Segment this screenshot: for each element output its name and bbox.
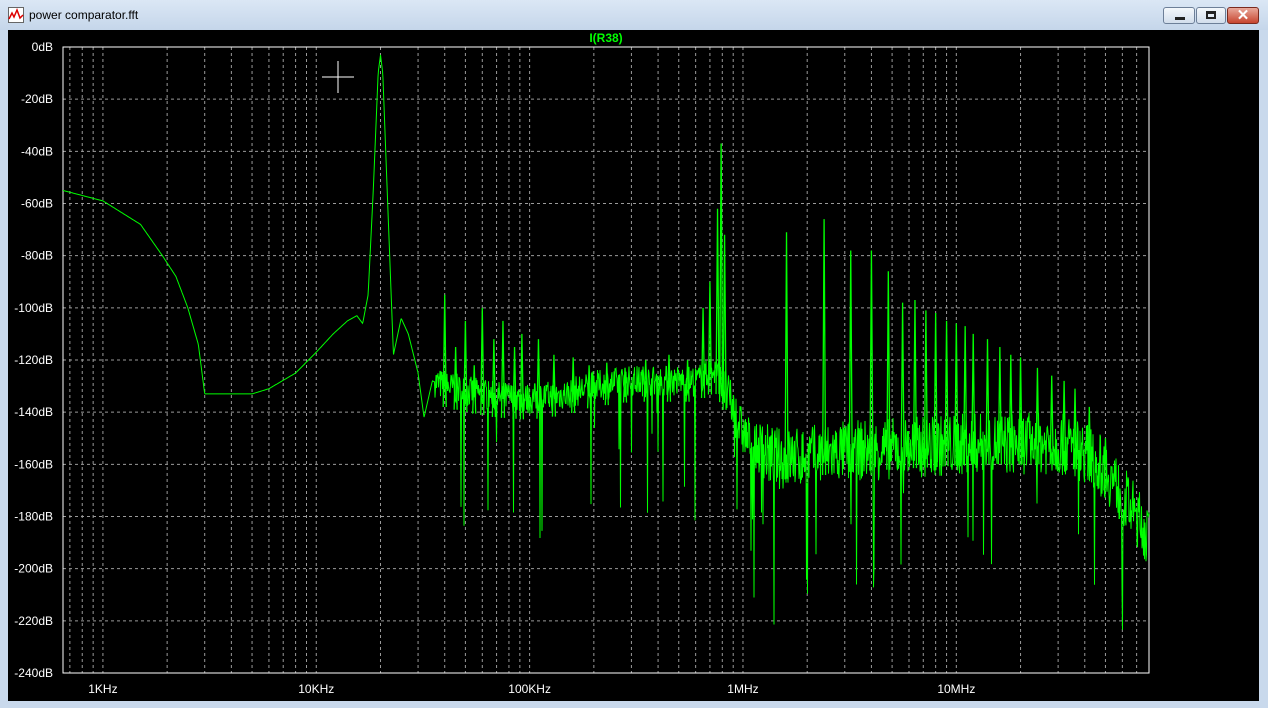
maximize-icon — [1206, 11, 1216, 19]
harmonic-peak — [1049, 375, 1054, 465]
y-tick-label: -140dB — [14, 405, 53, 419]
harmonic-peak — [1008, 354, 1013, 465]
y-tick-label: -100dB — [14, 301, 53, 315]
trace-label: I(R38) — [589, 31, 622, 45]
harmonic-peak — [500, 320, 506, 418]
harmonic-peak — [784, 232, 789, 480]
y-tick-label: 0dB — [32, 40, 53, 54]
minimize-button[interactable] — [1163, 7, 1195, 24]
harmonic-peak — [848, 250, 853, 472]
plot-pane[interactable]: 0dB -20dB -40dB -60dB -80dB -100dB -120dB -140d… — [8, 30, 1259, 701]
close-button[interactable]: ✕ — [1227, 7, 1259, 24]
harmonic-peak — [821, 219, 827, 476]
y-tick-label: -240dB — [14, 666, 53, 680]
waveform-icon — [8, 7, 24, 23]
window-title: power comparator.fft — [29, 8, 139, 22]
close-icon: ✕ — [1236, 7, 1250, 24]
title-bar[interactable]: power comparator.fft ✕ — [0, 0, 1268, 30]
harmonic-peak — [512, 346, 517, 419]
x-tick-label: 1MHz — [727, 682, 758, 696]
y-tick-label: -120dB — [14, 353, 53, 367]
x-tick-label: 100KHz — [508, 682, 551, 696]
y-tick-label: -180dB — [14, 510, 53, 524]
harmonic-peak — [718, 143, 724, 403]
x-tick-label: 10KHz — [298, 682, 334, 696]
harmonic-peak — [900, 302, 905, 469]
fft-plot[interactable]: 0dB -20dB -40dB -60dB -80dB -100dB -120dB -140d… — [8, 30, 1259, 701]
y-tick-label: -220dB — [14, 614, 53, 628]
harmonic-peak — [685, 359, 690, 402]
harmonic-peak — [551, 354, 557, 417]
y-tick-label: -20dB — [21, 92, 53, 106]
fft-trace — [62, 54, 1150, 630]
y-tick-label: -160dB — [14, 457, 53, 471]
y-tick-label: -80dB — [21, 249, 53, 263]
y-tick-label: -60dB — [21, 197, 53, 211]
x-tick-label: 10MHz — [937, 682, 975, 696]
maximize-button[interactable] — [1196, 7, 1226, 24]
x-tick-label: 1KHz — [88, 682, 117, 696]
minimize-icon — [1175, 17, 1185, 20]
y-tick-label: -200dB — [14, 562, 53, 576]
y-tick-label: -40dB — [21, 144, 53, 158]
